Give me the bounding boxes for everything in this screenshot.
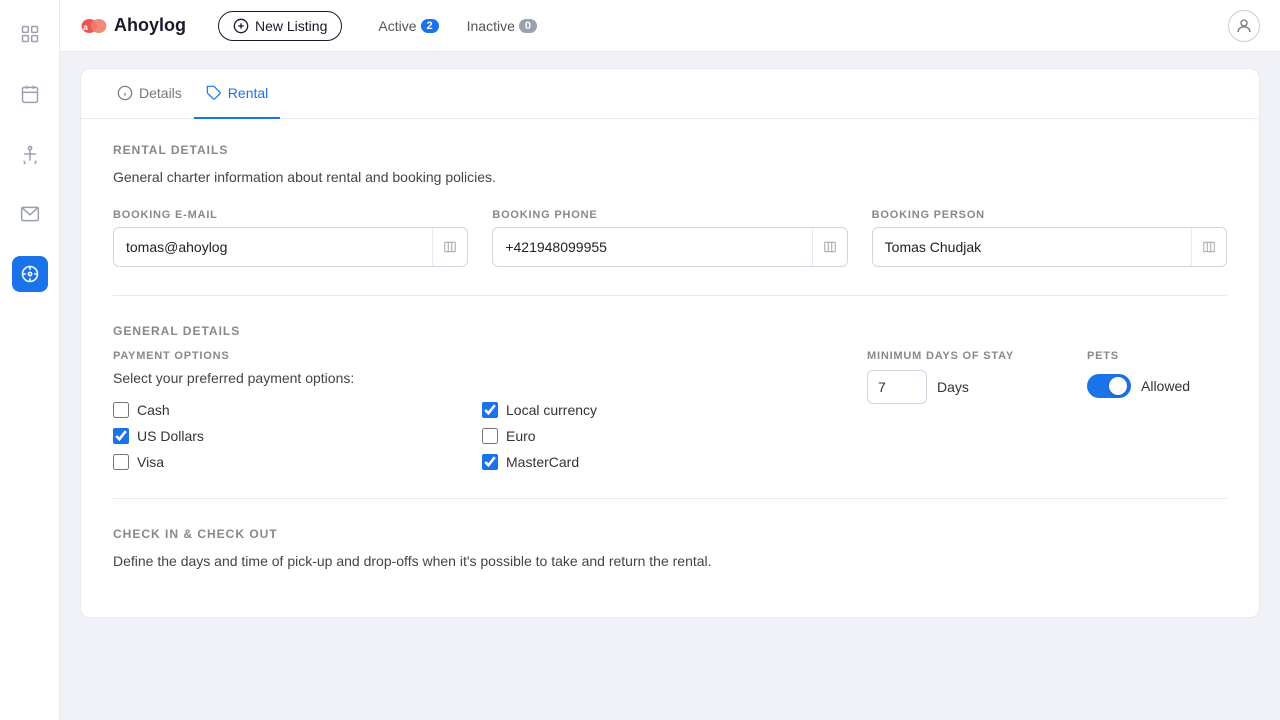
- logo-text: Ahoylog: [114, 15, 186, 36]
- person-field-icon: [1191, 228, 1226, 266]
- min-days-label: MINIMUM DAYS OF STAY: [867, 350, 1047, 362]
- pets-toggle[interactable]: [1087, 374, 1131, 398]
- toggle-slider: [1087, 374, 1131, 398]
- tab-inactive[interactable]: Inactive 0: [455, 12, 549, 40]
- pets-allowed-text: Allowed: [1141, 378, 1190, 394]
- sidebar-item-dashboard[interactable]: [12, 16, 48, 52]
- active-badge: 2: [421, 19, 439, 33]
- columns-icon: [443, 240, 457, 254]
- pets-label: PETS: [1087, 350, 1227, 362]
- user-avatar[interactable]: [1228, 10, 1260, 42]
- booking-phone-input[interactable]: [493, 229, 811, 265]
- email-field-icon: [432, 228, 467, 266]
- min-days-section: MINIMUM DAYS OF STAY Days: [867, 350, 1047, 470]
- sidebar-item-mail[interactable]: [12, 196, 48, 232]
- days-text: Days: [937, 379, 969, 395]
- logo-icon: a: [80, 15, 108, 37]
- checkbox-euro[interactable]: Euro: [482, 428, 827, 444]
- checkbox-local-currency[interactable]: Local currency: [482, 402, 827, 418]
- rental-details-desc: General charter information about rental…: [113, 169, 1227, 185]
- sidebar-item-calendar[interactable]: [12, 76, 48, 112]
- checkbox-visa[interactable]: Visa: [113, 454, 458, 470]
- min-days-row: Days: [867, 370, 1047, 404]
- checkbox-visa-input[interactable]: [113, 454, 129, 470]
- booking-person-input[interactable]: [873, 229, 1191, 265]
- svg-text:a: a: [83, 21, 88, 31]
- general-details-grid: PAYMENT OPTIONS Select your preferred pa…: [113, 350, 1227, 470]
- card-body: RENTAL DETAILS General charter informati…: [81, 119, 1259, 617]
- check-section-title: CHECK IN & CHECK OUT: [113, 527, 1227, 541]
- checkbox-us-dollars-input[interactable]: [113, 428, 129, 444]
- booking-phone-group: BOOKING PHONE: [492, 209, 847, 267]
- divider-1: [113, 295, 1227, 296]
- checkbox-local-currency-input[interactable]: [482, 402, 498, 418]
- general-details-title: GENERAL DETAILS: [113, 324, 1227, 338]
- booking-email-input[interactable]: [114, 229, 432, 265]
- check-section: CHECK IN & CHECK OUT Define the days and…: [113, 527, 1227, 569]
- columns-icon-3: [1202, 240, 1216, 254]
- divider-2: [113, 498, 1227, 499]
- inactive-badge: 0: [519, 19, 537, 33]
- booking-email-group: BOOKING E-MAIL: [113, 209, 468, 267]
- booking-person-group: BOOKING PERSON: [872, 209, 1227, 267]
- plus-circle-icon: [233, 18, 249, 34]
- payment-options-label: PAYMENT OPTIONS: [113, 350, 827, 362]
- payment-options-desc: Select your preferred payment options:: [113, 370, 827, 386]
- phone-field-icon: [812, 228, 847, 266]
- booking-email-label: BOOKING E-MAIL: [113, 209, 468, 221]
- pets-row: Allowed: [1087, 374, 1227, 398]
- min-days-input[interactable]: [867, 370, 927, 404]
- check-section-desc: Define the days and time of pick-up and …: [113, 553, 1227, 569]
- checkbox-cash-input[interactable]: [113, 402, 129, 418]
- booking-phone-input-wrapper: [492, 227, 847, 267]
- booking-phone-label: BOOKING PHONE: [492, 209, 847, 221]
- tab-details[interactable]: Details: [105, 69, 194, 119]
- main-wrapper: a Ahoylog New Listing Active 2 Inactive …: [60, 0, 1280, 720]
- booking-email-input-wrapper: [113, 227, 468, 267]
- tab-active[interactable]: Active 2: [366, 12, 450, 40]
- checkbox-mastercard[interactable]: MasterCard: [482, 454, 827, 470]
- checkbox-us-dollars[interactable]: US Dollars: [113, 428, 458, 444]
- card-tabs: Details Rental: [81, 69, 1259, 119]
- sidebar-item-compass[interactable]: [12, 256, 48, 292]
- nav-tabs: Active 2 Inactive 0: [366, 12, 549, 40]
- payment-checkboxes-grid: Cash Local currency US Dollars: [113, 402, 827, 470]
- checkbox-mastercard-input[interactable]: [482, 454, 498, 470]
- sidebar-item-anchor[interactable]: [12, 136, 48, 172]
- columns-icon-2: [823, 240, 837, 254]
- booking-person-input-wrapper: [872, 227, 1227, 267]
- logo: a Ahoylog: [80, 15, 186, 37]
- rental-details-title: RENTAL DETAILS: [113, 143, 1227, 157]
- navbar: a Ahoylog New Listing Active 2 Inactive …: [60, 0, 1280, 52]
- booking-person-label: BOOKING PERSON: [872, 209, 1227, 221]
- new-listing-button[interactable]: New Listing: [218, 11, 342, 41]
- main-card: Details Rental RENTAL DETAILS General ch…: [80, 68, 1260, 618]
- info-icon: [117, 85, 133, 101]
- tab-rental[interactable]: Rental: [194, 69, 280, 119]
- tag-icon: [206, 85, 222, 101]
- user-icon: [1235, 17, 1253, 35]
- checkbox-euro-input[interactable]: [482, 428, 498, 444]
- sidebar: [0, 0, 60, 720]
- checkbox-cash[interactable]: Cash: [113, 402, 458, 418]
- booking-fields-row: BOOKING E-MAIL BOOKING PHONE: [113, 209, 1227, 267]
- pets-section: PETS Allowed: [1087, 350, 1227, 470]
- payment-options-section: PAYMENT OPTIONS Select your preferred pa…: [113, 350, 827, 470]
- content-area: Details Rental RENTAL DETAILS General ch…: [60, 52, 1280, 720]
